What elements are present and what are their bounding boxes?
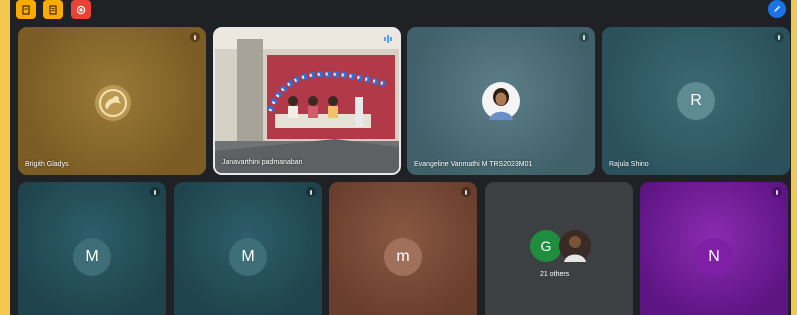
others-tile[interactable]: G 21 others <box>485 182 633 315</box>
avatar: N <box>695 238 733 276</box>
participant-name: Brigith Gladys <box>25 161 69 168</box>
muted-mic-icon <box>150 187 160 197</box>
participant-tile-active[interactable]: Janavarthini padmanaban <box>213 27 401 175</box>
edit-pen-icon <box>774 6 780 12</box>
muted-mic-icon <box>579 32 589 42</box>
meeting-stage: Brigith Gladys Janavarthini padmanaban E… <box>10 0 791 315</box>
participant-tile[interactable]: M <box>18 182 166 315</box>
emblem-icon <box>95 85 131 121</box>
participant-tile[interactable]: N <box>640 182 788 315</box>
participant-tile[interactable]: Brigith Gladys <box>18 27 206 175</box>
participant-tile[interactable]: M <box>174 182 322 315</box>
notes-button[interactable] <box>16 0 36 19</box>
avatar: M <box>229 238 267 276</box>
profile-photo <box>482 82 520 120</box>
participant-tile[interactable]: m <box>329 182 477 315</box>
participant-tile[interactable]: R Rajula Shino <box>602 27 790 175</box>
stage-video-feed <box>215 29 399 173</box>
muted-mic-icon <box>461 187 471 197</box>
avatar-photo <box>559 230 591 262</box>
avatar: M <box>73 238 111 276</box>
record-button[interactable] <box>71 0 91 19</box>
document-button[interactable] <box>43 0 63 19</box>
muted-mic-icon <box>190 32 200 42</box>
participant-name: Rajula Shino <box>609 161 649 168</box>
muted-mic-icon <box>306 187 316 197</box>
avatar: G <box>530 230 562 262</box>
muted-mic-icon <box>772 187 782 197</box>
others-count-label: 21 others <box>540 271 570 278</box>
participant-tile[interactable]: Evangeline Vanmathi M TRS2023M01 <box>407 27 595 175</box>
speaking-indicator-icon <box>383 34 393 44</box>
edit-button[interactable] <box>768 0 786 18</box>
document-icon <box>49 4 57 15</box>
avatar: m <box>384 238 422 276</box>
participant-name: Janavarthini padmanaban <box>222 159 303 166</box>
muted-mic-icon <box>774 32 784 42</box>
participant-name: Evangeline Vanmathi M TRS2023M01 <box>414 161 533 168</box>
notes-icon <box>22 4 30 15</box>
record-icon <box>76 5 86 14</box>
avatar: R <box>677 82 715 120</box>
